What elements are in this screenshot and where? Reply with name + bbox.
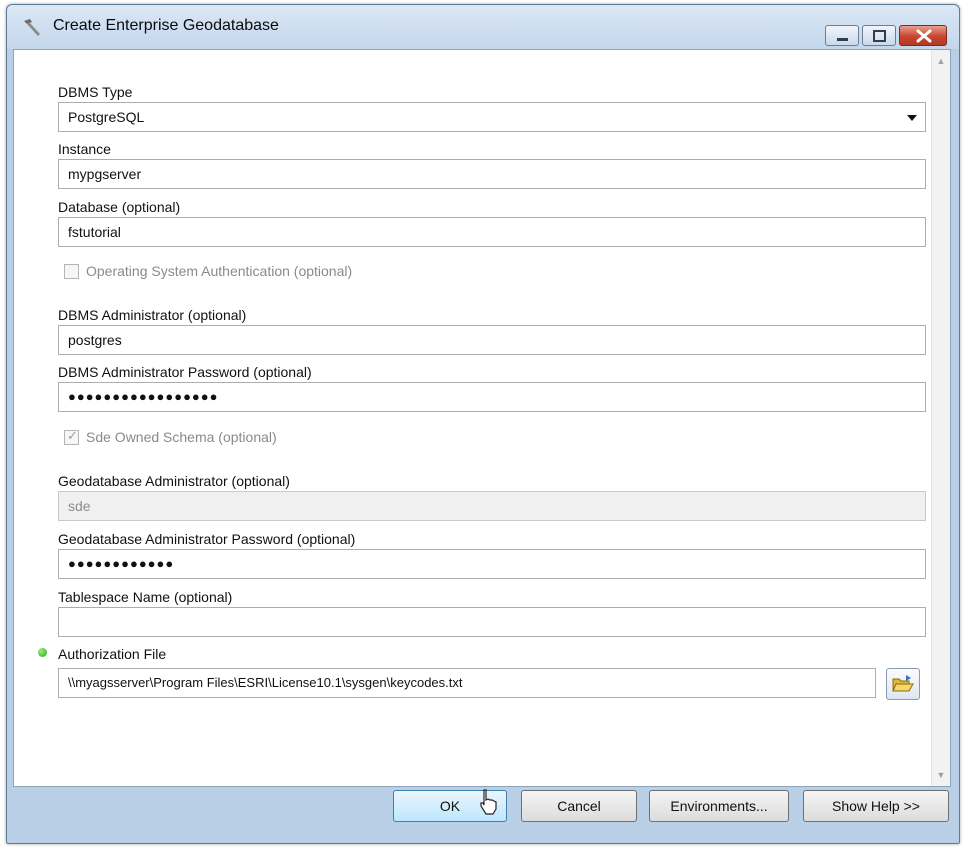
os-authentication-label: Operating System Authentication (optiona…	[86, 263, 353, 279]
dbms-admin-label: DBMS Administrator (optional)	[58, 307, 247, 323]
title-bar[interactable]: Create Enterprise Geodatabase	[7, 5, 959, 49]
gdb-admin-password-label: Geodatabase Administrator Password (opti…	[58, 531, 356, 547]
dropdown-arrow-icon	[907, 115, 917, 121]
vertical-scrollbar[interactable]: ▲ ▼	[931, 50, 950, 786]
create-enterprise-geodatabase-dialog: Create Enterprise Geodatabase ▲ ▼ DBMS T…	[6, 4, 960, 844]
open-folder-icon	[892, 675, 914, 692]
database-label: Database (optional)	[58, 199, 181, 215]
gdb-admin-label: Geodatabase Administrator (optional)	[58, 473, 290, 489]
database-input[interactable]: fstutorial	[58, 217, 926, 247]
maximize-button[interactable]	[862, 25, 896, 46]
dbms-admin-input[interactable]: postgres	[58, 325, 926, 355]
close-icon	[916, 29, 932, 43]
scroll-down-arrow-icon[interactable]: ▼	[932, 766, 950, 784]
cancel-button[interactable]: Cancel	[521, 790, 637, 822]
checkbox-checked-icon: ✓	[64, 428, 79, 445]
checkbox-unchecked-icon	[64, 264, 79, 279]
hammer-icon	[24, 19, 40, 36]
show-help-button[interactable]: Show Help >>	[803, 790, 949, 822]
tablespace-input[interactable]	[58, 607, 926, 637]
instance-input[interactable]: mypgserver	[58, 159, 926, 189]
gdb-admin-input: sde	[58, 491, 926, 521]
minimize-button[interactable]	[825, 25, 859, 46]
sde-owned-schema-label: Sde Owned Schema (optional)	[86, 429, 277, 445]
instance-label: Instance	[58, 141, 111, 157]
required-indicator-icon	[38, 648, 47, 657]
tool-parameters-panel: ▲ ▼ DBMS Type PostgreSQL Instance mypgse…	[13, 49, 951, 787]
dbms-admin-password-label: DBMS Administrator Password (optional)	[58, 364, 312, 380]
authorization-file-input[interactable]: \\myagsserver\Program Files\ESRI\License…	[58, 668, 876, 698]
close-button[interactable]	[899, 25, 947, 46]
gdb-admin-password-input[interactable]: ●●●●●●●●●●●●	[58, 549, 926, 579]
dbms-admin-password-input[interactable]: ●●●●●●●●●●●●●●●●●	[58, 382, 926, 412]
authorization-file-label: Authorization File	[58, 646, 167, 662]
window-title: Create Enterprise Geodatabase	[53, 17, 279, 34]
tablespace-label: Tablespace Name (optional)	[58, 589, 233, 605]
maximize-icon	[873, 30, 886, 42]
dbms-type-dropdown[interactable]: PostgreSQL	[58, 102, 926, 132]
environments-button[interactable]: Environments...	[649, 790, 789, 822]
scroll-up-arrow-icon[interactable]: ▲	[932, 52, 950, 70]
dbms-type-label: DBMS Type	[58, 84, 133, 100]
minimize-icon	[837, 38, 848, 41]
browse-button[interactable]	[886, 668, 920, 700]
mouse-cursor-icon	[480, 789, 497, 815]
dbms-type-value: PostgreSQL	[68, 109, 145, 125]
